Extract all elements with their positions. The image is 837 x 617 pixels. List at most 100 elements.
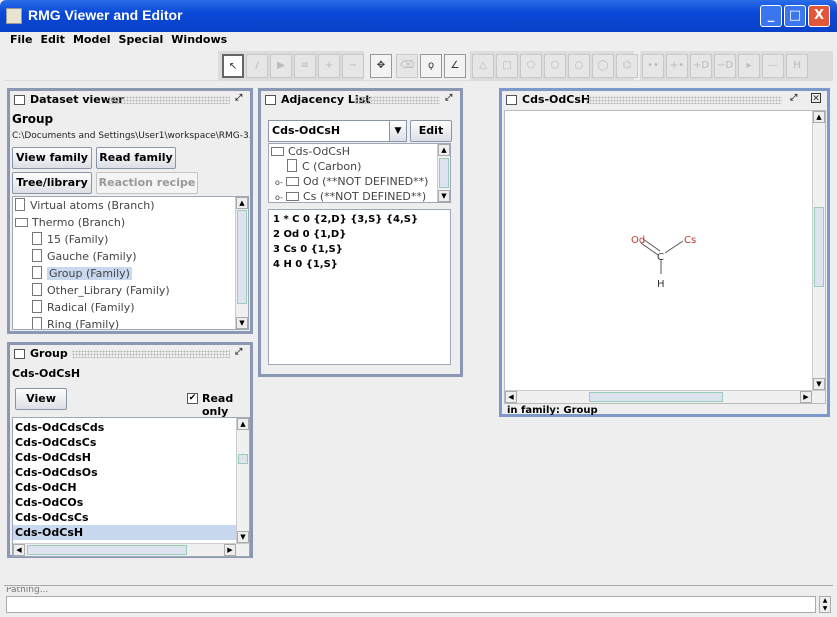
chevron-down-icon[interactable]: ▼ xyxy=(389,121,406,141)
menu-model[interactable]: Model xyxy=(69,32,115,47)
list-item[interactable]: Cds-OdCdsCds xyxy=(13,420,236,435)
expand-key-icon[interactable]: o- xyxy=(275,193,283,202)
move-icon[interactable]: ✥ xyxy=(370,54,392,78)
reaction-recipe-button[interactable]: Reaction recipe xyxy=(96,172,198,194)
radical-icon[interactable]: •• xyxy=(642,54,664,78)
drag-handle[interactable] xyxy=(72,350,230,358)
pentagon-ring-icon[interactable]: ⬠ xyxy=(520,54,542,78)
list-item[interactable]: Cds-OdCOs xyxy=(13,495,236,510)
octagon-ring-icon[interactable]: ◯ xyxy=(592,54,614,78)
arrow-tool-icon[interactable]: ▶ xyxy=(270,54,292,78)
minus-charge-icon[interactable]: − xyxy=(342,54,364,78)
scroll-down-icon[interactable]: ▼ xyxy=(236,317,248,329)
scroll-left-icon[interactable]: ◀ xyxy=(505,391,517,403)
adjacency-select[interactable]: Cds-OdCsH ▼ xyxy=(268,120,407,142)
menu-windows[interactable]: Windows xyxy=(167,32,231,47)
scroll-thumb[interactable] xyxy=(27,545,187,555)
add-d-icon[interactable]: +D xyxy=(690,54,712,78)
list-item[interactable]: Cds-OdCdsH xyxy=(13,450,236,465)
tree-library-button[interactable]: Tree/library xyxy=(12,172,92,194)
read-family-button[interactable]: Read family xyxy=(96,147,176,169)
horizontal-scrollbar[interactable]: ◀ ▶ xyxy=(505,390,825,403)
menu-edit[interactable]: Edit xyxy=(37,32,69,47)
maximize-icon[interactable]: ⤢ xyxy=(235,347,245,357)
line-tool-icon[interactable]: / xyxy=(246,54,268,78)
scroll-up-icon[interactable]: ▲ xyxy=(813,111,825,123)
triple-bond-icon[interactable]: ≡ xyxy=(294,54,316,78)
scroll-thumb[interactable] xyxy=(237,210,247,304)
tree-node-group[interactable]: Group (Family) xyxy=(32,266,132,282)
vertical-scrollbar[interactable]: ▲ ▼ xyxy=(235,197,248,329)
expand-key-icon[interactable]: o- xyxy=(275,178,283,187)
select-arrow-icon[interactable]: ↖ xyxy=(222,54,244,78)
tree-node-radical[interactable]: Radical (Family) xyxy=(32,300,135,316)
remove-d-icon[interactable]: −D xyxy=(714,54,736,78)
log-text-area[interactable] xyxy=(6,596,816,613)
view-family-button[interactable]: View family xyxy=(12,147,92,169)
horizontal-scrollbar[interactable]: ◀ ▶ xyxy=(13,543,249,556)
list-item-selected[interactable]: Cds-OdCsH xyxy=(13,525,236,540)
scroll-down-icon[interactable]: ▼ xyxy=(438,190,450,202)
scroll-right-icon[interactable]: ▶ xyxy=(224,544,236,556)
minimize-button[interactable]: _ xyxy=(760,5,782,27)
h-icon[interactable]: H xyxy=(786,54,808,78)
scroll-down-icon[interactable]: ▼ xyxy=(813,378,825,390)
maximize-icon[interactable]: ⤢ xyxy=(445,93,455,103)
molecule-canvas[interactable]: Od Cs C H ▲ ▼ ◀ ▶ xyxy=(504,110,826,404)
tree-node-carbon[interactable]: C (Carbon) xyxy=(287,159,361,175)
measure-icon[interactable]: ∠ xyxy=(444,54,466,78)
scroll-right-icon[interactable]: ▶ xyxy=(800,391,812,403)
window-title-bar[interactable]: RMG Viewer and Editor _ □ X xyxy=(0,0,837,32)
scroll-thumb[interactable] xyxy=(439,158,449,188)
drag-handle[interactable] xyxy=(586,96,782,104)
hexagon-ring-icon[interactable]: ⬡ xyxy=(544,54,566,78)
benzene-ring-icon[interactable]: ⌬ xyxy=(616,54,638,78)
read-only-checkbox[interactable]: ✔ xyxy=(187,393,198,404)
tree-node-virtual-atoms[interactable]: Virtual atoms (Branch) xyxy=(15,198,155,214)
group-title-bar[interactable]: Group ⤢ xyxy=(10,345,250,363)
scroll-up-icon[interactable]: ▲ xyxy=(237,418,249,430)
dash-icon[interactable]: — xyxy=(762,54,784,78)
dataset-viewer-title-bar[interactable]: Dataset viewer ⤢ xyxy=(10,91,250,109)
list-item[interactable]: Cds-OdCdsOs xyxy=(13,465,236,480)
drag-handle[interactable] xyxy=(108,96,230,104)
menu-special[interactable]: Special xyxy=(115,32,168,47)
scroll-thumb[interactable] xyxy=(589,392,723,402)
next-icon[interactable]: ▸ xyxy=(738,54,760,78)
eraser-icon[interactable]: ⌫ xyxy=(396,54,418,78)
menu-file[interactable]: File xyxy=(6,32,37,47)
tree-node-root[interactable]: Cds-OdCsH xyxy=(271,144,350,160)
group-list[interactable]: Cds-OdCdsCds Cds-OdCdsCs Cds-OdCdsH Cds-… xyxy=(12,417,250,557)
adjacency-text-area[interactable]: 1 * C 0 {2,D} {3,S} {4,S} 2 Od 0 {1,D} 3… xyxy=(268,209,451,365)
list-item[interactable]: Cds-OdCdsCs xyxy=(13,435,236,450)
molecule-title-bar[interactable]: Cds-OdCsH ⤢ ✕ xyxy=(502,91,827,109)
scroll-up-icon[interactable]: ▲ xyxy=(438,144,450,156)
tree-node-15[interactable]: 15 (Family) xyxy=(32,232,108,248)
scroll-thumb[interactable] xyxy=(238,454,248,464)
tree-node-od[interactable]: o- Od (**NOT DEFINED**) xyxy=(275,174,428,190)
list-item[interactable]: Cds-OdCsCs xyxy=(13,510,236,525)
scroll-left-icon[interactable]: ◀ xyxy=(13,544,25,556)
drag-handle[interactable] xyxy=(355,96,440,104)
add-radical-icon[interactable]: +• xyxy=(666,54,688,78)
tree-node-thermo[interactable]: Thermo (Branch) xyxy=(15,215,125,231)
list-item[interactable]: Cds-OdCH xyxy=(13,480,236,495)
lasso-icon[interactable]: ϙ xyxy=(420,54,442,78)
dataset-tree[interactable]: Virtual atoms (Branch) Thermo (Branch) 1… xyxy=(12,196,249,330)
vertical-scrollbar[interactable]: ▲ ▼ xyxy=(236,418,249,543)
view-button[interactable]: View xyxy=(15,388,67,410)
edit-button[interactable]: Edit xyxy=(410,120,452,142)
adjacency-title-bar[interactable]: Adjacency List ⤢ xyxy=(261,91,460,109)
maximize-icon[interactable]: ⤢ xyxy=(790,93,800,103)
triangle-ring-icon[interactable]: △ xyxy=(472,54,494,78)
maximize-icon[interactable]: ⤢ xyxy=(235,93,245,103)
scroll-down-icon[interactable]: ▼ xyxy=(237,531,249,543)
tree-node-ring[interactable]: Ring (Family) xyxy=(32,317,119,329)
log-scroll-icon[interactable]: ▲ ▼ xyxy=(819,596,831,613)
close-icon[interactable]: ✕ xyxy=(811,93,821,104)
close-button[interactable]: X xyxy=(808,5,830,27)
plus-charge-icon[interactable]: + xyxy=(318,54,340,78)
heptagon-ring-icon[interactable]: ○ xyxy=(568,54,590,78)
vertical-scrollbar[interactable]: ▲ ▼ xyxy=(437,144,450,202)
tree-node-gauche[interactable]: Gauche (Family) xyxy=(32,249,137,265)
